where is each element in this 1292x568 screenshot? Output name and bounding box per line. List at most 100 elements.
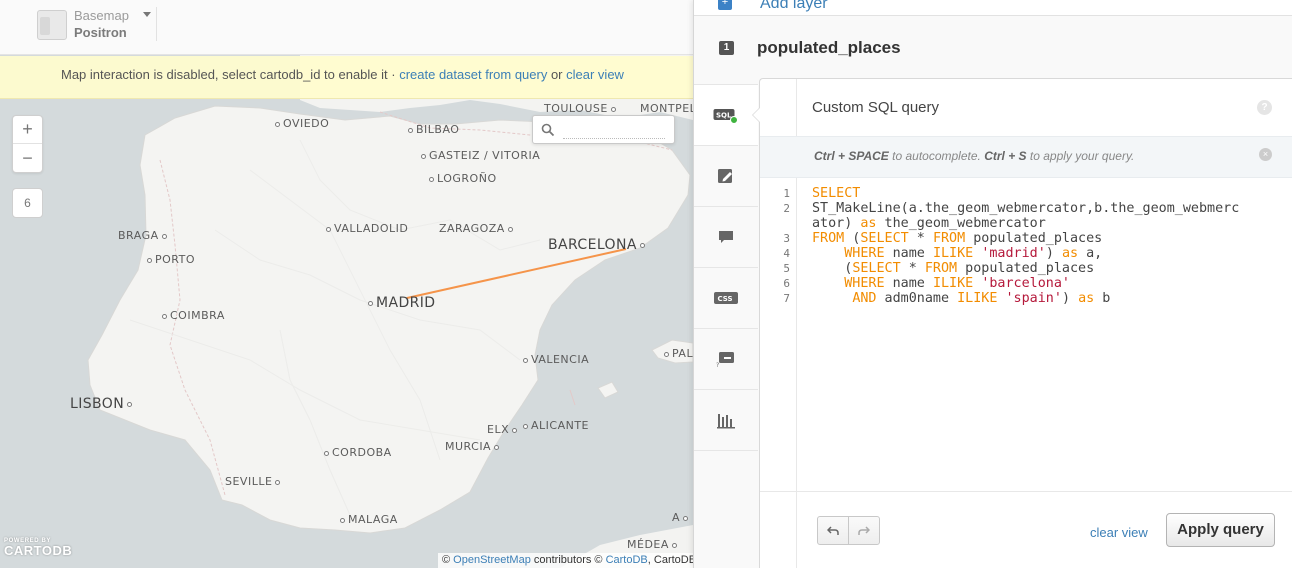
map-search-input[interactable] [532,115,675,144]
svg-text:?: ? [716,362,719,368]
layer-name[interactable]: populated_places [757,38,901,58]
search-underline [563,138,665,139]
basemap-bar: Basemap Positron [0,0,693,55]
code-text: WHERE name ILIKE 'barcelona' [844,276,1070,291]
line-number: 3 [783,232,790,245]
city-label: SEVILLE [225,475,283,488]
city-label: VALENCIA [520,353,589,366]
city-label: CORDOBA [321,446,392,459]
sql-panel-title: Custom SQL query [812,99,939,116]
zoom-control: + − [12,115,43,173]
city-label: ZARAGOZA [439,222,516,235]
city-label: PORTO [144,253,195,266]
hint-text: Ctrl + SPACE to autocomplete. Ctrl + S t… [814,149,1135,163]
divider [156,7,157,41]
layer-number-badge: 1 [719,41,734,55]
city-label: LISBON [70,396,135,412]
basemap-label: Basemap [74,8,129,23]
code-text: AND adm0name ILIKE 'spain') as b [852,291,1111,306]
line-number: 4 [783,247,790,260]
map-attribution: © OpenStreetMap contributors © CartoDB, … [438,553,693,568]
chevron-down-icon[interactable] [143,12,151,17]
layer-panel: + Add layer 1 populated_places SQL CSS ?… [693,0,1292,568]
wizard-icon [718,169,732,183]
code-text: (SELECT * FROM populated_places [812,261,1095,276]
city-label: PALM [661,347,693,360]
code-line: 5 (SELECT * FROM populated_places [760,261,1292,276]
shortcut-hint: Ctrl + SPACE to autocomplete. Ctrl + S t… [760,136,1292,178]
footer-divider [760,491,1292,492]
line-number: 5 [783,262,790,275]
clear-view-link[interactable]: clear view [566,67,624,82]
city-label: ELX [487,423,520,436]
city-label: MADRID [365,295,435,311]
city-label: VALLADOLID [323,222,408,235]
notice-text: Map interaction is disabled, select cart… [61,67,400,82]
redo-button[interactable] [849,517,879,544]
line-number: 7 [783,292,790,305]
tab-filters[interactable] [694,389,758,450]
code-text: WHERE name ILIKE 'madrid') as a, [844,246,1103,261]
layer-toolbar: SQL CSS ? [694,84,758,568]
undo-button[interactable] [818,517,849,544]
map-canvas[interactable]: TOULOUSE MONTPEL OVIEDO BILBAO GASTEIZ /… [0,0,693,568]
city-label: BARCELONA [548,237,648,253]
city-label: COIMBRA [159,309,225,322]
tab-sql[interactable]: SQL [694,84,758,145]
clear-view-link[interactable]: clear view [1090,525,1148,540]
basemap-thumbnail[interactable] [37,10,67,40]
city-label: BILBAO [405,123,459,136]
cartodb-logo: POWERED BY CARTODB [4,538,73,558]
tab-wizard[interactable] [694,145,758,206]
zoom-in-button[interactable]: + [13,116,42,144]
plus-icon: + [718,0,732,10]
city-label: OVIEDO [272,117,329,130]
sql-code-editor[interactable]: 1 SELECT 2 ST_MakeLine(a.the_geom_webmercat… [760,186,1292,306]
sql-icon: SQL [713,109,738,124]
code-text: ST_MakeLine(a.the_geom_webmercator,b.the… [812,201,1240,216]
code-line: 2 ST_MakeLine(a.the_geom_webmercator,b.th… [760,201,1292,216]
city-label: MONTPEL [640,102,693,115]
zoom-level-indicator: 6 [12,188,43,218]
apply-query-button[interactable]: Apply query [1166,513,1275,547]
code-text: FROM (SELECT * FROM populated_places [812,231,1103,246]
tab-legend[interactable]: ? [694,328,758,389]
svg-text:SQL: SQL [716,112,732,120]
infowindow-icon [719,231,733,243]
close-icon[interactable]: × [1259,148,1272,161]
osm-link[interactable]: OpenStreetMap [453,554,531,566]
map-interaction-notice: Map interaction is disabled, select cart… [0,56,693,99]
basemap-selector[interactable]: Positron [74,25,127,40]
city-label: MURCIA [445,440,502,453]
city-label: GASTEIZ / VITORIA [418,149,540,162]
sql-editor-panel: Custom SQL query ? Ctrl + SPACE to autoc… [752,78,1292,568]
code-line: 4 WHERE name ILIKE 'madrid') as a, [760,246,1292,261]
code-text: SELECT [812,186,861,201]
add-layer-button[interactable]: + Add layer [694,0,1292,16]
toolbar-end [694,450,758,451]
city-label: A [672,511,691,524]
cartodb-link[interactable]: CartoDB [606,554,648,566]
city-label: TOULOUSE [544,102,619,115]
code-line: 3 FROM (SELECT * FROM populated_places [760,231,1292,246]
line-number: 2 [783,202,790,215]
legend-icon: ? [716,352,734,368]
zoom-out-button[interactable]: − [13,144,42,172]
undo-icon [826,525,839,535]
search-icon [541,123,555,137]
add-layer-label: Add layer [760,0,828,12]
layer-header: 1 populated_places [694,17,1292,78]
undo-redo-group [817,516,880,545]
css-icon: CSS [714,292,738,304]
help-icon[interactable]: ? [1257,100,1272,115]
city-label: ALICANTE [520,419,589,432]
code-line: 7 AND adm0name ILIKE 'spain') as b [760,291,1292,306]
city-label: MÉDEA [627,538,680,551]
notice-or: or [547,67,567,82]
city-label: MALAGA [337,513,398,526]
tab-infowindow[interactable] [694,206,758,267]
tab-css[interactable]: CSS [694,267,758,328]
create-dataset-link[interactable]: create dataset from query [399,67,547,82]
redo-icon [858,525,870,535]
code-text: ator) as the_geom_webmercator [812,216,1046,231]
